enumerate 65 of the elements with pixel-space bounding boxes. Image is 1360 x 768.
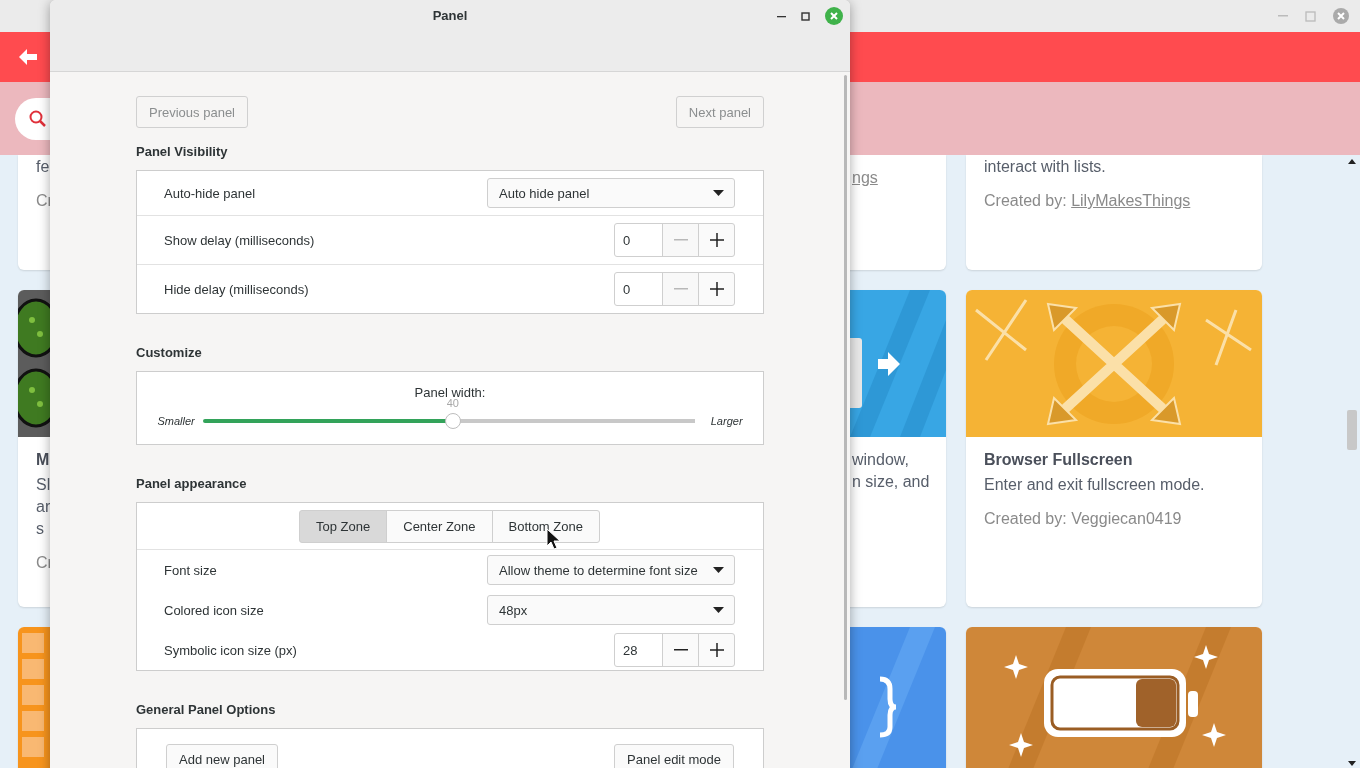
zone-tab[interactable]: Center Zone xyxy=(386,510,493,543)
card[interactable]: interact with lists. Created by: LilyMakesThings xyxy=(966,155,1262,270)
setting-label: Symbolic icon size (px) xyxy=(164,642,297,658)
dropdown[interactable]: Auto hide panel xyxy=(487,178,735,208)
minimize-icon[interactable] xyxy=(777,14,786,18)
plus-icon xyxy=(709,233,724,247)
maximize-icon[interactable] xyxy=(801,11,810,21)
plus-icon xyxy=(709,643,724,657)
dropdown[interactable]: Allow theme to determine font size xyxy=(487,555,735,585)
setting-label: Hide delay (milliseconds) xyxy=(164,281,309,297)
slider-value: 40 xyxy=(446,397,459,409)
author-link[interactable]: LilyMakesThings xyxy=(1071,192,1191,209)
card-description: interact with lists. xyxy=(984,157,1106,177)
close-icon[interactable] xyxy=(825,7,843,25)
setting-label: Auto-hide panel xyxy=(164,185,256,201)
card-description: window, xyxy=(852,450,909,470)
max-label: Larger xyxy=(710,415,743,427)
zone-tab[interactable]: Top Zone xyxy=(299,510,388,543)
minus-icon xyxy=(673,288,688,290)
caret-icon xyxy=(713,567,724,573)
author-link[interactable]: ngs xyxy=(852,169,878,186)
slider-label: Panel width: xyxy=(414,385,486,400)
card-description: fe xyxy=(36,157,50,177)
section-title: Panel appearance xyxy=(136,476,248,492)
dropdown[interactable]: 48px xyxy=(487,595,735,625)
plus-icon xyxy=(709,282,724,296)
setting-label: Show delay (milliseconds) xyxy=(164,232,315,248)
increment-button[interactable] xyxy=(698,633,735,667)
caret-icon xyxy=(713,190,724,196)
search-icon xyxy=(29,109,47,128)
scroll-up-icon[interactable] xyxy=(1348,159,1356,164)
slider-thumb[interactable] xyxy=(444,413,461,429)
action-button[interactable]: Panel edit mode xyxy=(614,744,734,768)
card[interactable]: Browser Fullscreen Enter and exit fullscreen mode. Created by: Veggiecan0419 xyxy=(966,290,1262,607)
window-title: Panel xyxy=(432,8,468,24)
zone-tab[interactable]: Bottom Zone xyxy=(491,510,600,543)
section-title: Panel Visibility xyxy=(136,144,229,160)
card-credit: Created by: Veggiecan0419 xyxy=(984,510,1182,527)
back-arrow-icon[interactable] xyxy=(19,49,37,65)
card-description: s xyxy=(36,519,44,539)
minus-icon xyxy=(673,649,688,651)
card-description: n size, and xyxy=(852,472,930,492)
increment-button[interactable] xyxy=(698,223,735,257)
scrollbar-thumb[interactable] xyxy=(1347,410,1357,450)
card-title: M xyxy=(36,450,51,470)
number-field[interactable]: 28 xyxy=(614,633,663,667)
card-description: Enter and exit fullscreen mode. xyxy=(984,475,1205,495)
action-button[interactable]: Add new panel xyxy=(166,744,278,768)
decrement-button[interactable] xyxy=(662,633,699,667)
increment-button[interactable] xyxy=(698,272,735,306)
close-icon[interactable] xyxy=(1333,8,1349,24)
minus-icon xyxy=(673,239,688,241)
section-title: Customize xyxy=(136,345,203,361)
card-description: ar xyxy=(36,497,51,517)
number-field[interactable]: 0 xyxy=(614,272,663,306)
card-description: Sl xyxy=(36,475,51,495)
card-credit: Created by: xyxy=(984,192,1068,209)
card-title: Browser Fullscreen xyxy=(984,450,1134,470)
section-title: General Panel Options xyxy=(136,702,277,718)
min-label: Smaller xyxy=(157,415,195,427)
number-field[interactable]: 0 xyxy=(614,223,663,257)
setting-label: Colored icon size xyxy=(164,602,264,618)
scrollbar[interactable] xyxy=(844,75,847,700)
scroll-down-icon[interactable] xyxy=(1348,761,1356,766)
setting-label: Font size xyxy=(164,562,217,578)
